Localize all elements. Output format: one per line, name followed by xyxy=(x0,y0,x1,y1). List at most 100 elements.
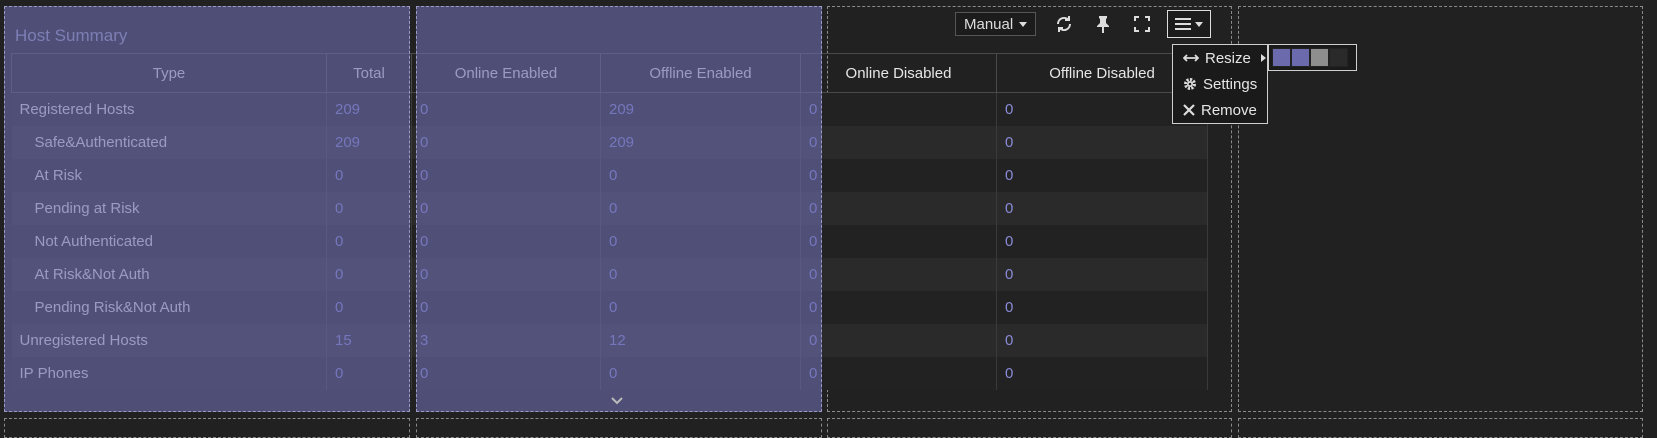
row-value-cell: 0 xyxy=(800,324,997,357)
row-value-cell: 0 xyxy=(800,258,997,291)
row-value-cell: 0 xyxy=(411,192,601,225)
pin-icon xyxy=(1097,16,1110,33)
row-value-cell: 0 xyxy=(411,291,601,324)
table-row: Pending Risk&Not Auth 0 0 0 0 0 xyxy=(11,291,1208,324)
column-header-online-enabled[interactable]: Online Enabled xyxy=(411,53,601,93)
row-value-cell: 0 xyxy=(600,192,801,225)
column-header-offline-enabled[interactable]: Offline Enabled xyxy=(600,53,801,93)
fullscreen-button[interactable] xyxy=(1128,10,1156,38)
refresh-button[interactable] xyxy=(1050,10,1078,38)
widget-menu-dropdown: Resize Settings Remove xyxy=(1172,44,1268,124)
expand-icon xyxy=(1134,16,1151,32)
row-value-cell: 0 xyxy=(326,291,412,324)
table-header-row: Type Total Online Enabled Offline Enable… xyxy=(11,53,1208,93)
row-value-cell: 0 xyxy=(411,258,601,291)
row-type-cell: Not Authenticated xyxy=(11,225,327,258)
row-value-cell: 0 xyxy=(326,159,412,192)
chevron-down-icon xyxy=(1195,21,1204,27)
chevron-right-icon xyxy=(1260,54,1266,62)
row-value-cell: 0 xyxy=(996,258,1208,291)
row-value-cell: 3 xyxy=(411,324,601,357)
column-header-total[interactable]: Total xyxy=(326,53,412,93)
row-value-cell: 15 xyxy=(326,324,412,357)
row-value-cell: 0 xyxy=(800,291,997,324)
gear-icon xyxy=(1184,78,1196,90)
resize-icon xyxy=(1183,54,1199,62)
row-value-cell: 209 xyxy=(326,126,412,159)
table-row: Pending at Risk 0 0 0 0 0 xyxy=(11,192,1208,225)
table-row: Not Authenticated 0 0 0 0 0 xyxy=(11,225,1208,258)
menu-item-label: Remove xyxy=(1201,101,1257,119)
row-value-cell: 0 xyxy=(800,225,997,258)
row-value-cell: 209 xyxy=(600,126,801,159)
menu-item-label: Settings xyxy=(1203,75,1258,93)
table-row: IP Phones 0 0 0 0 0 xyxy=(11,357,1208,390)
widget-title: Host Summary xyxy=(15,26,128,45)
grid-cell-guide xyxy=(416,418,822,438)
resize-swatch[interactable] xyxy=(1272,48,1291,67)
row-value-cell: 0 xyxy=(996,291,1208,324)
row-value-cell: 0 xyxy=(996,159,1208,192)
table-body: Registered Hosts 209 0 209 0 0 Safe&Authentica… xyxy=(11,92,1208,390)
table-row: At Risk 0 0 0 0 0 xyxy=(11,159,1208,192)
row-value-cell: 0 xyxy=(996,357,1208,390)
table-row: Registered Hosts 209 0 209 0 0 xyxy=(11,92,1208,126)
row-value-cell: 0 xyxy=(326,258,412,291)
scroll-down-chevron-icon[interactable] xyxy=(611,392,623,410)
column-header-online-disabled[interactable]: Online Disabled xyxy=(800,53,997,93)
resize-submenu xyxy=(1268,44,1357,71)
row-type-cell: At Risk xyxy=(11,159,327,192)
row-type-cell: Pending Risk&Not Auth xyxy=(11,291,327,324)
menu-item-resize[interactable]: Resize xyxy=(1173,45,1267,71)
resize-swatch[interactable] xyxy=(1291,48,1310,67)
row-value-cell: 0 xyxy=(996,324,1208,357)
row-type-cell: IP Phones xyxy=(11,357,327,390)
refresh-mode-value: Manual xyxy=(964,15,1014,33)
row-value-cell: 0 xyxy=(800,357,997,390)
row-value-cell: 0 xyxy=(326,225,412,258)
resize-swatch[interactable] xyxy=(1329,48,1348,67)
close-icon xyxy=(1183,104,1195,116)
grid-cell-guide xyxy=(827,418,1232,438)
row-value-cell: 0 xyxy=(800,126,997,159)
row-value-cell: 0 xyxy=(411,225,601,258)
row-value-cell: 0 xyxy=(996,126,1208,159)
widget-menu-button[interactable] xyxy=(1167,10,1212,38)
row-value-cell: 0 xyxy=(600,291,801,324)
row-value-cell: 209 xyxy=(600,92,801,126)
row-type-cell: At Risk&Not Auth xyxy=(11,258,327,291)
row-value-cell: 0 xyxy=(326,192,412,225)
table-row: Safe&Authenticated 209 0 209 0 0 xyxy=(11,126,1208,159)
grid-cell-guide xyxy=(4,418,410,438)
row-value-cell: 0 xyxy=(996,192,1208,225)
refresh-mode-select[interactable]: Manual xyxy=(955,12,1037,36)
row-type-cell: Registered Hosts xyxy=(11,92,327,126)
resize-swatch[interactable] xyxy=(1310,48,1329,67)
row-value-cell: 0 xyxy=(411,357,601,390)
column-header-type[interactable]: Type xyxy=(11,53,327,93)
grid-cell-guide xyxy=(1238,418,1643,438)
host-summary-table: Type Total Online Enabled Offline Enable… xyxy=(11,53,1208,390)
row-value-cell: 12 xyxy=(600,324,801,357)
hamburger-icon xyxy=(1175,18,1192,30)
menu-item-settings[interactable]: Settings xyxy=(1173,71,1267,97)
menu-item-remove[interactable]: Remove xyxy=(1173,97,1267,123)
row-value-cell: 0 xyxy=(600,357,801,390)
table-row: Unregistered Hosts 15 3 12 0 0 xyxy=(11,324,1208,357)
pin-button[interactable] xyxy=(1089,10,1117,38)
chevron-down-icon xyxy=(1019,21,1028,27)
refresh-icon xyxy=(1057,16,1072,32)
row-value-cell: 0 xyxy=(411,159,601,192)
row-value-cell: 0 xyxy=(600,225,801,258)
menu-item-label: Resize xyxy=(1205,49,1251,67)
widget-toolbar: Manual xyxy=(955,10,1212,38)
row-value-cell: 0 xyxy=(600,258,801,291)
row-value-cell: 0 xyxy=(800,92,997,126)
row-value-cell: 0 xyxy=(800,192,997,225)
row-type-cell: Safe&Authenticated xyxy=(11,126,327,159)
row-value-cell: 209 xyxy=(326,92,412,126)
row-value-cell: 0 xyxy=(800,159,997,192)
row-value-cell: 0 xyxy=(996,225,1208,258)
row-type-cell: Pending at Risk xyxy=(11,192,327,225)
row-value-cell: 0 xyxy=(411,92,601,126)
